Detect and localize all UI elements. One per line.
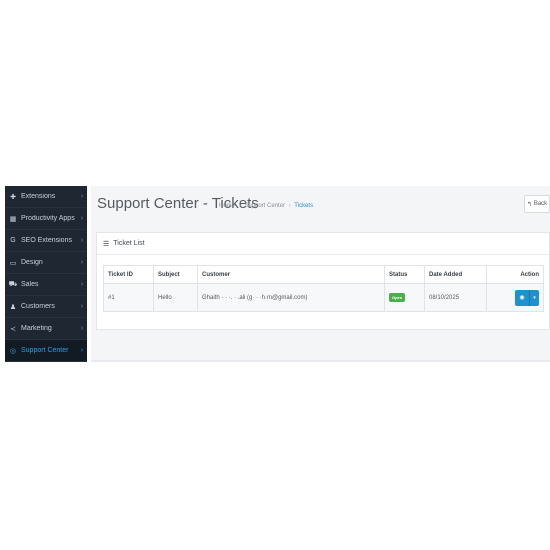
sidebar-item-label: Marketing [21, 325, 52, 332]
customer-cell: Ghaith · · ·. · .ali (g· · ·h·m@gmail.co… [197, 283, 385, 312]
chevron-right-icon: › [80, 347, 84, 354]
share-icon: ≺ [10, 325, 16, 333]
column-header-status[interactable]: Status [384, 265, 425, 284]
sidebar-item-label: Productivity Apps [21, 215, 75, 222]
main-content: Support Center - Tickets Home › Support … [91, 186, 550, 362]
chevron-right-icon: › [80, 281, 84, 288]
monitor-icon: ▭ [9, 259, 17, 267]
sidebar-item-label: Support Center [21, 347, 69, 354]
sidebar-item-label: SEO Extensions [21, 237, 72, 244]
breadcrumb: Home › Support Center › Tickets [219, 203, 313, 209]
user-icon: ♟ [9, 303, 17, 311]
sidebar: ✚ Extensions › ▦ Productivity Apps › G S… [5, 186, 87, 362]
breadcrumb-home[interactable]: Home [219, 203, 235, 209]
sidebar-item-support-center[interactable]: ◎ Support Center › [5, 340, 87, 362]
ticket-list-panel: ☰ Ticket List Ticket ID Subject Customer… [96, 232, 550, 330]
view-button[interactable]: ◉ [515, 289, 529, 306]
date-added-cell: 08/10/2025 [424, 283, 487, 312]
grid-icon: ▦ [9, 215, 17, 223]
ticket-id-cell: #1 [103, 283, 154, 312]
sidebar-item-design[interactable]: ▭ Design › [5, 252, 87, 274]
status-cell: Open [384, 283, 425, 312]
breadcrumb-separator: › [288, 203, 291, 209]
sidebar-item-label: Customers [21, 303, 55, 310]
action-cell: ◉ ▾ [486, 283, 544, 312]
action-button-group: ◉ ▾ [515, 289, 539, 306]
column-header-action: Action [486, 265, 544, 284]
caret-down-icon: ▾ [533, 294, 536, 301]
lifebuoy-icon: ◎ [9, 347, 17, 355]
chevron-right-icon: › [80, 237, 84, 244]
breadcrumb-tickets[interactable]: Tickets [294, 203, 313, 209]
column-header-date-added[interactable]: Date Added [424, 265, 487, 284]
sidebar-item-marketing[interactable]: ≺ Marketing › [5, 318, 87, 340]
sidebar-item-customers[interactable]: ♟ Customers › [5, 296, 87, 318]
page-header: Support Center - Tickets Home › Support … [91, 186, 550, 226]
eye-icon: ◉ [519, 295, 525, 301]
column-header-subject[interactable]: Subject [153, 265, 198, 284]
sidebar-item-label: Sales [21, 281, 39, 288]
panel-heading: ☰ Ticket List [97, 233, 549, 255]
chevron-right-icon: › [80, 259, 84, 266]
subject-cell: Hello [153, 283, 198, 312]
breadcrumb-separator: › [238, 203, 241, 209]
list-icon: ☰ [103, 240, 110, 248]
chevron-right-icon: › [80, 303, 84, 310]
table-row: #1 Hello Ghaith · · ·. · .ali (g· · ·h·m… [103, 283, 544, 312]
back-button[interactable]: ↰ Back [524, 195, 550, 213]
breadcrumb-support-center[interactable]: Support Center [244, 203, 285, 209]
sidebar-item-extensions[interactable]: ✚ Extensions › [5, 186, 87, 208]
dropdown-toggle-button[interactable]: ▾ [529, 289, 539, 306]
column-header-ticket-id[interactable]: Ticket ID [103, 265, 154, 284]
panel-title: Ticket List [113, 240, 145, 247]
column-header-customer[interactable]: Customer [197, 265, 385, 284]
google-icon: G [10, 237, 16, 244]
sidebar-item-label: Design [21, 259, 43, 266]
sidebar-item-label: Extensions [21, 193, 56, 200]
sidebar-item-seo-extensions[interactable]: G SEO Extensions › [5, 230, 87, 252]
chevron-right-icon: › [80, 325, 84, 332]
cart-icon: ⛟ [8, 281, 18, 288]
chevron-right-icon: › [80, 215, 84, 222]
footer-divider [91, 360, 550, 362]
sidebar-item-productivity-apps[interactable]: ▦ Productivity Apps › [5, 208, 87, 230]
reply-icon: ↰ [526, 201, 532, 208]
sidebar-item-sales[interactable]: ⛟ Sales › [5, 274, 87, 296]
puzzle-icon: ✚ [10, 193, 16, 201]
tickets-table: Ticket ID Subject Customer Status Date A… [103, 265, 544, 312]
back-button-label: Back [533, 201, 548, 207]
status-badge: Open [389, 293, 406, 302]
table-header-row: Ticket ID Subject Customer Status Date A… [103, 265, 544, 284]
chevron-right-icon: › [80, 193, 84, 200]
